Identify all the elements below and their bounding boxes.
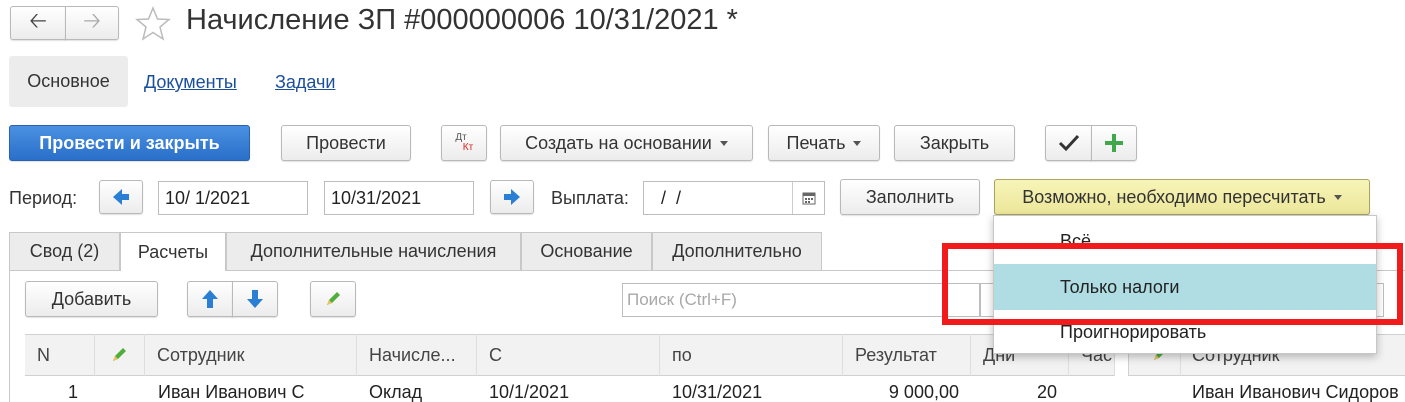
edit-button[interactable]	[310, 281, 356, 317]
close-button[interactable]: Закрыть	[894, 125, 1015, 161]
checkmark-icon	[1058, 134, 1079, 152]
forward-button[interactable]: 🡢	[65, 6, 119, 40]
fill-button[interactable]: Заполнить	[840, 179, 980, 215]
add-row-button[interactable]: Добавить	[25, 281, 158, 317]
column-header-result[interactable]: Результат	[843, 334, 971, 376]
tab-calculations[interactable]: Расчеты	[120, 232, 226, 271]
cell-accrual: Оклад	[369, 382, 423, 402]
tab-summary[interactable]: Свод (2)	[9, 232, 120, 270]
cell-result: 9 000,00	[888, 382, 959, 402]
arrow-up-icon	[202, 290, 218, 308]
period-start-field[interactable]: 10/ 1/2021	[158, 181, 308, 215]
tab-additional-accruals[interactable]: Дополнительные начисления	[226, 232, 521, 270]
arrow-right-icon: 🡢	[83, 8, 101, 33]
tab-additional[interactable]: Дополнительно	[652, 232, 822, 270]
section-main[interactable]: Основное	[9, 56, 128, 107]
plus-icon	[1105, 134, 1123, 152]
chevron-down-icon	[853, 140, 862, 146]
payment-date-value: / /	[656, 187, 682, 208]
payment-date-field[interactable]: / /	[643, 181, 825, 215]
column-header-to[interactable]: по	[660, 334, 843, 376]
cell-employee: Иван Иванович С	[158, 382, 305, 402]
arrow-right-icon	[504, 189, 520, 205]
column-header-employee[interactable]: Сотрудник	[145, 334, 357, 376]
arrow-left-icon: 🡠	[29, 8, 47, 33]
chevron-down-icon	[1333, 194, 1342, 200]
period-prev-button[interactable]	[99, 180, 143, 214]
debit-credit-button[interactable]: Дт Кт	[441, 125, 487, 161]
cell-n: 1	[68, 382, 79, 402]
pencil-icon	[113, 348, 126, 361]
highlight-frame	[942, 243, 1403, 325]
period-label: Период:	[9, 188, 78, 208]
calendar-icon	[802, 192, 815, 205]
search-input[interactable]: Поиск (Ctrl+F)	[622, 283, 980, 317]
create-based-on-button[interactable]: Создать на основании	[500, 125, 753, 161]
tab-basis[interactable]: Основание	[521, 232, 652, 270]
chevron-down-icon	[719, 140, 728, 146]
column-header-accrual[interactable]: Начисле...	[357, 334, 477, 376]
cell-from: 10/1/2021	[489, 382, 570, 402]
cell-to: 10/31/2021	[672, 382, 763, 402]
print-button[interactable]: Печать	[768, 125, 880, 161]
column-header-n[interactable]: N	[25, 334, 95, 376]
period-end-field[interactable]: 10/31/2021	[324, 181, 474, 215]
column-header-from[interactable]: С	[477, 334, 660, 376]
print-label: Печать	[786, 132, 846, 153]
back-button[interactable]: 🡠	[10, 6, 66, 40]
document-title: Начисление ЗП #000000006 10/31/2021 *	[186, 4, 738, 36]
right-cell-employee[interactable]: Иван Иванович Сидоров	[1192, 382, 1399, 402]
credit-label: Кт	[462, 142, 474, 153]
check-button[interactable]	[1045, 125, 1092, 161]
search-placeholder: Поиск (Ctrl+F)	[627, 290, 737, 309]
recalculate-label: Возможно, необходимо пересчитать	[1022, 186, 1326, 207]
section-tasks-link[interactable]: Задачи	[275, 72, 335, 93]
pencil-icon	[327, 292, 340, 305]
post-button[interactable]: Провести	[281, 125, 411, 161]
arrow-down-icon	[247, 290, 263, 308]
section-documents-link[interactable]: Документы	[144, 72, 237, 93]
add-green-button[interactable]	[1091, 125, 1137, 161]
cell-days: 20	[1036, 382, 1057, 402]
calendar-button[interactable]	[792, 182, 824, 214]
create-based-on-label: Создать на основании	[525, 132, 712, 153]
move-up-button[interactable]	[187, 281, 233, 317]
post-and-close-button[interactable]: Провести и закрыть	[9, 125, 250, 161]
move-down-button[interactable]	[232, 281, 278, 317]
column-header-edit[interactable]	[95, 334, 145, 376]
favorite-star-icon[interactable]	[133, 4, 173, 44]
payment-label: Выплата:	[551, 188, 629, 208]
arrow-left-icon	[113, 189, 129, 205]
recalculate-dropdown-button[interactable]: Возможно, необходимо пересчитать	[994, 179, 1370, 215]
period-next-button[interactable]	[490, 180, 534, 214]
